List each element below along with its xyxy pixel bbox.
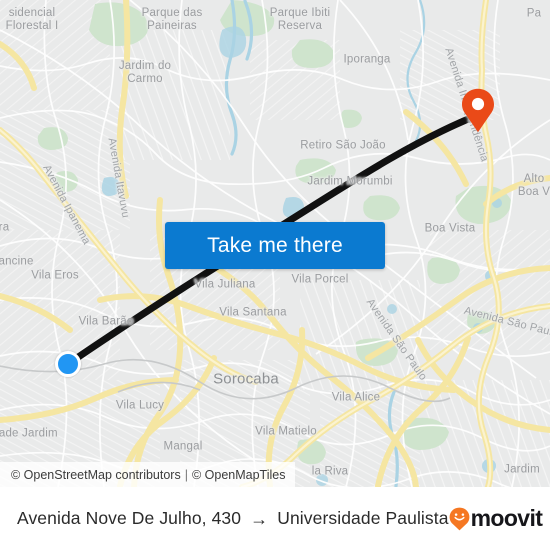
trip-origin-label: Avenida Nove De Julho, 430	[17, 508, 242, 528]
arrow-right-icon: →	[250, 508, 269, 529]
moovit-logo[interactable]: moovit	[449, 505, 543, 532]
trip-summary: Avenida Nove De Julho, 430 → Universidad…	[17, 508, 449, 529]
attribution-osm[interactable]: © OpenStreetMap contributors	[11, 468, 181, 482]
moovit-pin-icon	[449, 507, 469, 530]
trip-destination-label: Universidade Paulista	[277, 508, 449, 528]
destination-pin[interactable]	[461, 88, 495, 133]
moovit-wordmark: moovit	[470, 505, 543, 531]
take-me-there-button[interactable]: Take me there	[165, 222, 385, 269]
trip-footer: Avenida Nove De Julho, 430 → Universidad…	[0, 487, 550, 550]
attribution-maptiles[interactable]: © OpenMapTiles	[192, 468, 286, 482]
map-canvas[interactable]: sidencial Florestal I Parque das Paineira…	[0, 0, 550, 487]
attribution-separator: |	[184, 467, 188, 482]
moovit-map-screen: sidencial Florestal I Parque das Paineira…	[0, 0, 550, 550]
map-pin-icon	[462, 88, 494, 133]
map-attribution: © OpenStreetMap contributors | © OpenMap…	[0, 462, 296, 487]
origin-dot[interactable]	[55, 351, 81, 377]
